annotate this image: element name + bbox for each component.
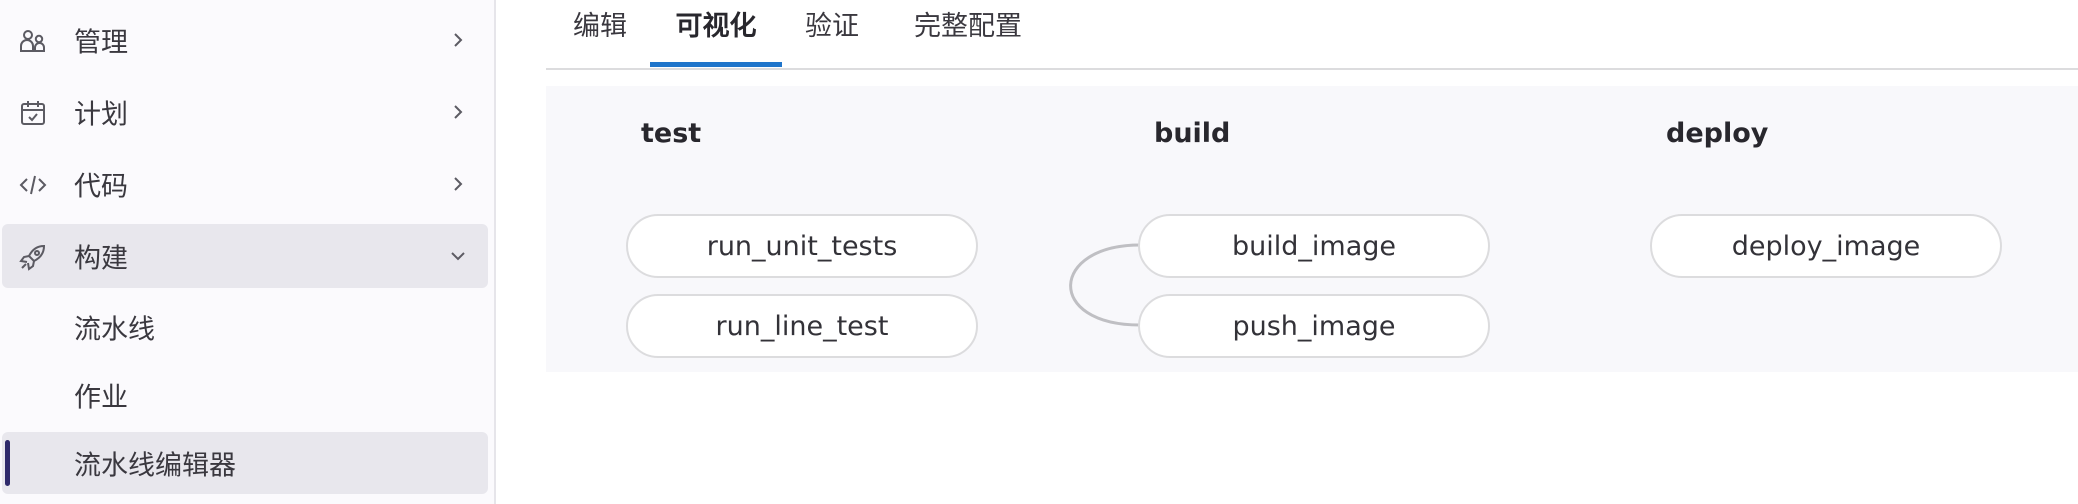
job-run-line-test[interactable]: run_line_test (626, 294, 978, 358)
editor-tabs: 编辑 可视化 验证 完整配置 (546, 0, 2078, 70)
sidebar-item-build[interactable]: 构建 (2, 224, 488, 288)
sidebar-subitem-label: 流水线编辑器 (74, 450, 236, 482)
chevron-right-icon (448, 174, 468, 194)
job-build-image[interactable]: build_image (1138, 214, 1490, 278)
sidebar-item-plan[interactable]: 计划 (2, 80, 488, 144)
rocket-icon (18, 242, 48, 272)
selected-tab-indicator (650, 62, 782, 67)
job-run-unit-tests[interactable]: run_unit_tests (626, 214, 978, 278)
chevron-right-icon (448, 30, 468, 50)
users-icon (18, 26, 48, 56)
stage-title-deploy: deploy (1666, 118, 1769, 149)
current-page-indicator (5, 440, 10, 486)
sidebar-item-label: 计划 (74, 99, 128, 131)
sidebar-item-manage[interactable]: 管理 (2, 8, 488, 72)
tab-edit[interactable]: 编辑 (570, 0, 630, 68)
job-deploy-image[interactable]: deploy_image (1650, 214, 2002, 278)
sidebar-subitem-pipeline-editor[interactable]: 流水线编辑器 (2, 432, 488, 494)
left-sidebar: 管理 计划 代码 构建 流水线 作业 流水线编辑器 (0, 0, 496, 504)
sidebar-subitem-label: 流水线 (74, 314, 155, 346)
pipeline-editor-page: 管理 计划 代码 构建 流水线 作业 流水线编辑器 编辑 可视化 验证 完整配置… (0, 0, 2078, 504)
sidebar-subitem-jobs[interactable]: 作业 (2, 364, 488, 426)
sidebar-item-label: 管理 (74, 27, 128, 59)
sidebar-item-code[interactable]: 代码 (2, 152, 488, 216)
sidebar-item-label: 构建 (74, 243, 128, 275)
tab-validate[interactable]: 验证 (802, 0, 862, 68)
stage-title-test: test (641, 118, 702, 149)
sidebar-subitem-label: 作业 (74, 382, 128, 414)
code-icon (18, 170, 48, 200)
sidebar-subitem-pipelines[interactable]: 流水线 (2, 296, 488, 358)
sidebar-item-label: 代码 (74, 171, 128, 203)
tab-full-config[interactable]: 完整配置 (908, 0, 1028, 68)
calendar-icon (18, 98, 48, 128)
chevron-right-icon (448, 102, 468, 122)
job-push-image[interactable]: push_image (1138, 294, 1490, 358)
chevron-down-icon (448, 246, 468, 266)
tab-visualize[interactable]: 可视化 (650, 0, 782, 68)
stage-title-build: build (1154, 118, 1231, 149)
